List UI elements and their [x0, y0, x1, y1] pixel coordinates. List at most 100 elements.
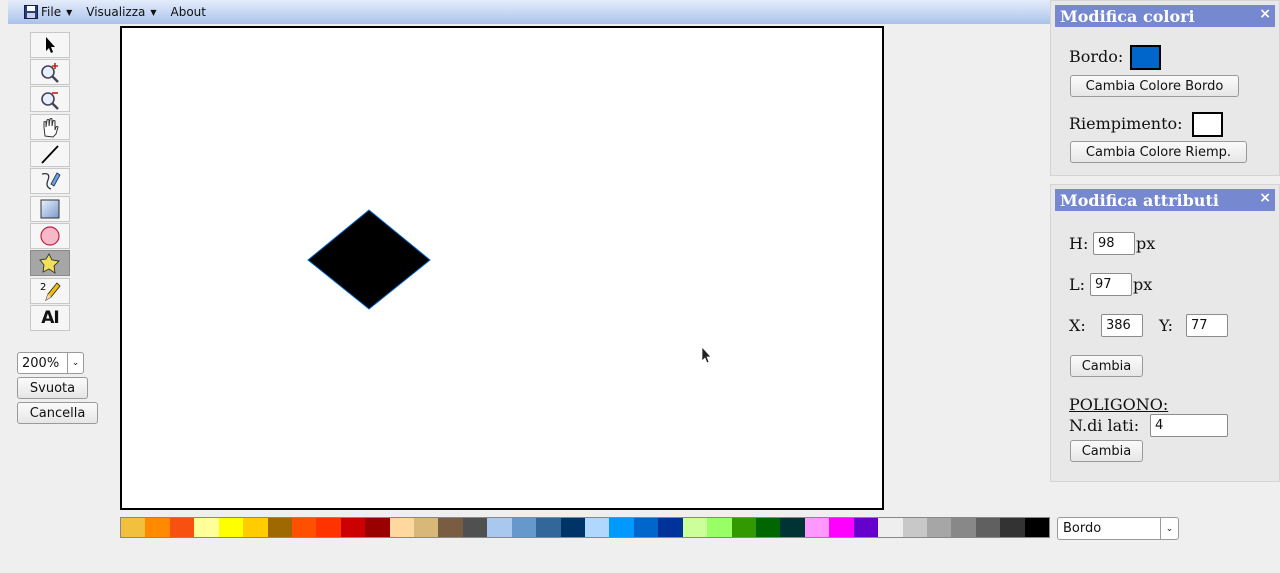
palette-swatch[interactable]	[731, 518, 756, 537]
close-icon[interactable]: ×	[1259, 6, 1271, 22]
palette-swatch[interactable]	[829, 518, 854, 537]
palette-target-value: Bordo	[1063, 521, 1102, 536]
pencil-tool[interactable]: 2	[30, 278, 70, 304]
palette-swatch[interactable]	[902, 518, 927, 537]
attributes-panel-title: Modifica attributi	[1060, 190, 1219, 210]
about-menu-label: About	[170, 5, 206, 19]
palette-swatch[interactable]	[365, 518, 390, 537]
palette-swatch[interactable]	[316, 518, 341, 537]
palette-swatch[interactable]	[1024, 518, 1050, 537]
freehand-pen-icon	[41, 172, 61, 190]
zoom-out-icon	[41, 92, 59, 110]
height-input[interactable]: 98	[1093, 232, 1135, 255]
palette-swatch[interactable]	[804, 518, 830, 537]
change-fill-color-button[interactable]: Cambia Colore Riemp.	[1070, 141, 1247, 163]
color-palette	[120, 517, 1050, 538]
floppy-disk-icon	[24, 5, 38, 19]
zoom-in-tool[interactable]	[30, 59, 70, 85]
pencil-icon: 2	[40, 282, 61, 302]
sides-input[interactable]: 4	[1150, 414, 1228, 437]
drawing-canvas[interactable]	[120, 26, 884, 510]
freehand-tool[interactable]	[30, 168, 70, 194]
line-icon	[41, 145, 59, 164]
text-tool[interactable]: AI	[30, 305, 70, 331]
file-menu[interactable]: File ▼	[24, 5, 72, 19]
star-polygon-icon	[39, 253, 60, 274]
border-color-swatch[interactable]	[1130, 45, 1161, 70]
y-label: Y:	[1159, 316, 1173, 335]
width-unit: px	[1133, 275, 1153, 294]
close-icon[interactable]: ×	[1259, 190, 1271, 206]
polygon-tool[interactable]	[30, 250, 70, 276]
palette-swatch[interactable]	[194, 518, 219, 537]
pan-tool[interactable]	[30, 114, 70, 140]
polygon-heading: POLIGONO:	[1069, 395, 1169, 414]
palette-swatch[interactable]	[585, 518, 610, 537]
palette-swatch[interactable]	[340, 518, 366, 537]
palette-target-select[interactable]: Bordo ⌄	[1057, 517, 1179, 540]
palette-swatch[interactable]	[951, 518, 976, 537]
cancella-button[interactable]: Cancella	[17, 402, 98, 424]
palette-swatch[interactable]	[707, 518, 732, 537]
svuota-button[interactable]: Svuota	[17, 377, 88, 399]
x-label: X:	[1069, 316, 1086, 335]
height-label: H:	[1069, 234, 1089, 253]
zoom-out-tool[interactable]	[30, 86, 70, 112]
rectangle-icon	[40, 199, 60, 219]
attributes-panel-header: Modifica attributi ×	[1055, 189, 1275, 211]
x-input[interactable]: 386	[1101, 314, 1143, 337]
width-input[interactable]: 97	[1090, 273, 1132, 296]
ellipse-tool[interactable]	[30, 223, 70, 249]
palette-swatch[interactable]	[633, 518, 659, 537]
palette-swatch[interactable]	[780, 518, 805, 537]
polygon-shape[interactable]	[307, 209, 431, 310]
palette-swatch[interactable]	[511, 518, 537, 537]
line-tool[interactable]	[30, 141, 70, 167]
palette-swatch[interactable]	[926, 518, 952, 537]
palette-swatch[interactable]	[414, 518, 439, 537]
palette-swatch[interactable]	[609, 518, 634, 537]
palette-swatch[interactable]	[878, 518, 903, 537]
palette-swatch[interactable]	[145, 518, 170, 537]
palette-swatch[interactable]	[560, 518, 586, 537]
about-menu[interactable]: About	[171, 5, 206, 19]
border-color-label: Bordo:	[1069, 47, 1124, 66]
caret-down-icon: ▼	[150, 7, 157, 17]
change-border-color-button[interactable]: Cambia Colore Bordo	[1070, 75, 1239, 97]
palette-swatch[interactable]	[1000, 518, 1025, 537]
zoom-value: 200%	[22, 355, 60, 371]
palette-swatch[interactable]	[487, 518, 512, 537]
rectangle-tool[interactable]	[30, 196, 70, 222]
attributes-panel: Modifica attributi × H: 98 px L: 97 px X…	[1050, 184, 1280, 482]
palette-swatch[interactable]	[218, 518, 244, 537]
palette-swatch[interactable]	[291, 518, 317, 537]
palette-swatch[interactable]	[462, 518, 488, 537]
colors-panel-header: Modifica colori ×	[1055, 5, 1275, 27]
palette-swatch[interactable]	[536, 518, 561, 537]
fill-color-swatch[interactable]	[1192, 112, 1223, 137]
fill-color-label: Riempimento:	[1069, 114, 1183, 133]
palette-swatch[interactable]	[267, 518, 292, 537]
palette-swatch[interactable]	[853, 518, 879, 537]
palette-swatch[interactable]	[169, 518, 195, 537]
palette-swatch[interactable]	[682, 518, 708, 537]
mouse-cursor-icon	[701, 346, 712, 364]
palette-swatch[interactable]	[755, 518, 781, 537]
palette-swatch[interactable]	[243, 518, 268, 537]
y-input[interactable]: 77	[1186, 314, 1228, 337]
palette-swatch[interactable]	[438, 518, 463, 537]
palette-swatch[interactable]	[975, 518, 1001, 537]
view-menu[interactable]: Visualizza ▼	[86, 5, 156, 19]
colors-panel: Modifica colori × Bordo: Cambia Colore B…	[1050, 0, 1280, 176]
menu-bar: File ▼ Visualizza ▼ About	[8, 0, 1050, 24]
apply-sides-button[interactable]: Cambia	[1070, 440, 1143, 462]
svg-text:2: 2	[40, 282, 46, 293]
zoom-select[interactable]: 200% ⌄	[17, 352, 84, 374]
select-tool[interactable]	[30, 32, 70, 58]
palette-swatch[interactable]	[658, 518, 683, 537]
caret-down-icon: ▼	[66, 7, 73, 17]
canvas-svg	[307, 209, 712, 364]
palette-swatch[interactable]	[121, 518, 146, 537]
apply-attributes-button[interactable]: Cambia	[1070, 355, 1143, 377]
palette-swatch[interactable]	[389, 518, 415, 537]
